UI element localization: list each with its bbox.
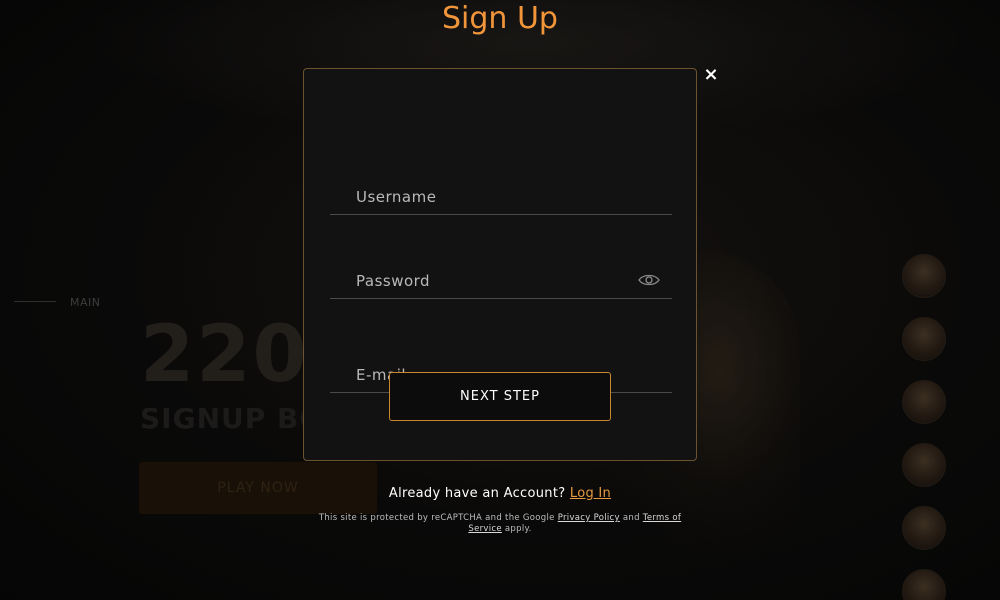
username-field-wrapper [330, 171, 672, 215]
close-icon[interactable]: × [702, 66, 720, 84]
modal-title: Sign Up [442, 1, 558, 36]
login-prompt: Already have an Account? Log In [0, 486, 1000, 501]
login-prompt-text: Already have an Account? [388, 486, 566, 501]
recaptcha-and: and [622, 513, 640, 523]
login-link[interactable]: Log In [570, 486, 611, 501]
next-step-button[interactable]: NEXT STEP [389, 372, 611, 421]
password-input[interactable] [330, 255, 672, 298]
recaptcha-notice: This site is protected by reCAPTCHA and … [305, 513, 695, 535]
password-field-wrapper [330, 255, 672, 299]
recaptcha-prefix: This site is protected by reCAPTCHA and … [318, 513, 555, 523]
signup-form: NEXT STEP [303, 68, 697, 461]
username-input[interactable] [330, 171, 672, 214]
privacy-policy-link[interactable]: Privacy Policy [558, 513, 620, 523]
eye-icon[interactable] [638, 273, 660, 287]
recaptcha-suffix: apply. [504, 524, 532, 534]
